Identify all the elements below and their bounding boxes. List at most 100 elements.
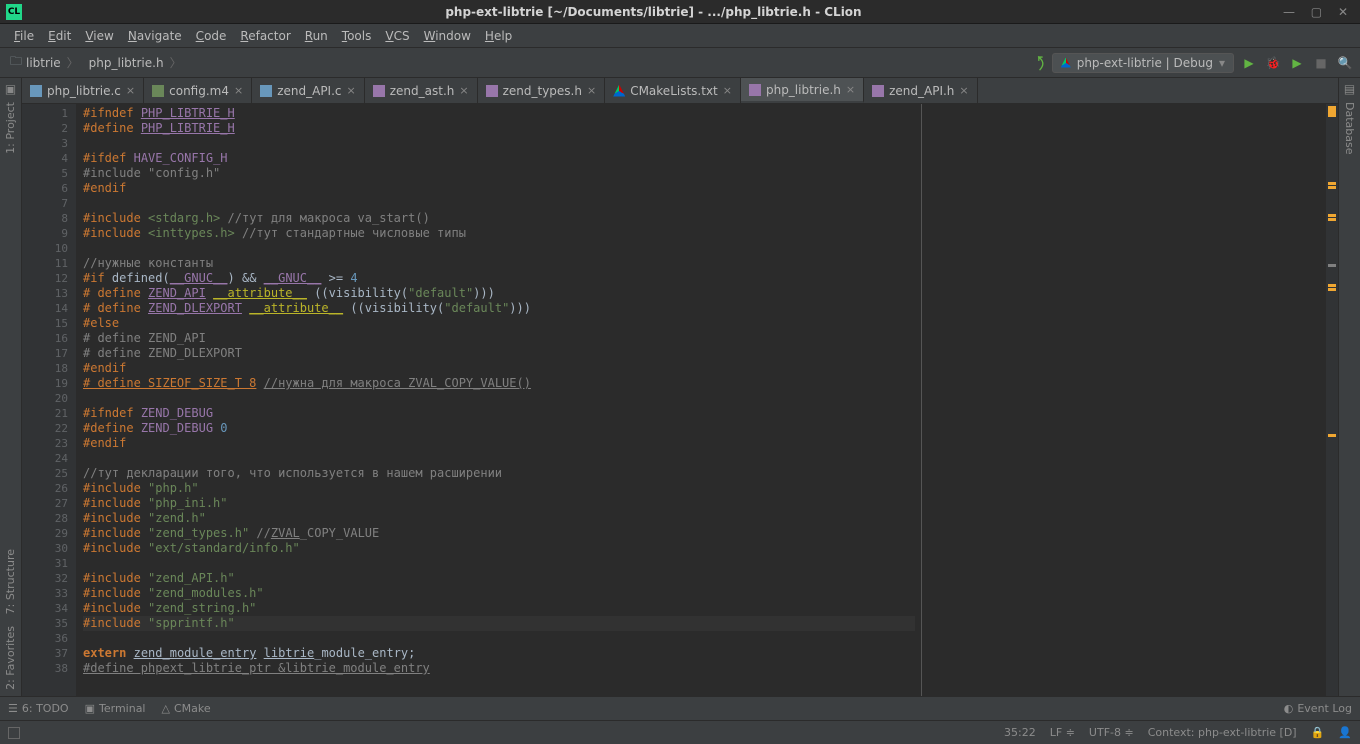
search-button[interactable]: 🔍 (1336, 54, 1354, 72)
chevron-right-icon: 〉 (67, 54, 79, 71)
stop-button[interactable]: ■ (1312, 54, 1330, 72)
tab-label: zend_types.h (503, 84, 582, 98)
line-number: 5 (24, 166, 68, 181)
close-tab-icon[interactable]: × (959, 84, 968, 97)
close-tab-icon[interactable]: × (459, 84, 468, 97)
error-mark[interactable] (1328, 214, 1336, 217)
menu-help[interactable]: Help (479, 27, 518, 45)
terminal-tool[interactable]: ▣ Terminal (85, 702, 146, 715)
error-mark[interactable] (1328, 264, 1336, 267)
menu-file[interactable]: File (8, 27, 40, 45)
database-tool-label[interactable]: Database (1343, 96, 1356, 161)
tab-zend_types-h[interactable]: zend_types.h × (478, 78, 606, 103)
analysis-indicator-icon (1328, 106, 1336, 114)
line-number: 16 (24, 331, 68, 346)
code-line: #include "zend_types.h" //ZVAL_COPY_VALU… (83, 526, 915, 541)
menu-view[interactable]: View (79, 27, 119, 45)
maximize-button[interactable]: ▢ (1305, 5, 1328, 19)
line-sep[interactable]: LF ≑ (1050, 726, 1075, 739)
menu-tools[interactable]: Tools (336, 27, 378, 45)
menu-refactor[interactable]: Refactor (234, 27, 296, 45)
run-config-selector[interactable]: php-ext-libtrie | Debug ▾ (1052, 53, 1234, 73)
close-tab-icon[interactable]: × (587, 84, 596, 97)
event-log[interactable]: ◐ Event Log (1284, 702, 1352, 715)
tab-zend_API-c[interactable]: zend_API.c × (252, 78, 365, 103)
menu-run[interactable]: Run (299, 27, 334, 45)
tab-zend_ast-h[interactable]: zend_ast.h× (365, 78, 478, 103)
tab-zend_API-h[interactable]: zend_API.h× (864, 78, 978, 103)
code-line (83, 631, 915, 646)
menu-code[interactable]: Code (190, 27, 233, 45)
minimize-button[interactable]: — (1277, 5, 1301, 19)
code-line (83, 391, 915, 406)
tab-label: zend_API.c (277, 84, 341, 98)
line-number: 14 (24, 301, 68, 316)
file-icon (152, 85, 164, 97)
error-strip[interactable] (1326, 104, 1338, 696)
file-icon (373, 85, 385, 97)
code-line: extern zend_module_entry libtrie_module_… (83, 646, 915, 661)
tab-config-m4[interactable]: config.m4× (144, 78, 252, 103)
code-line: #ifndef ZEND_DEBUG (83, 406, 915, 421)
error-mark[interactable] (1328, 186, 1336, 189)
todo-tool[interactable]: ☰ 6: TODO (8, 702, 69, 715)
menu-window[interactable]: Window (418, 27, 477, 45)
editor-pane-right[interactable] (922, 104, 1338, 696)
coverage-button[interactable]: ▶ (1288, 54, 1306, 72)
bottom-tool-bar: ☰ 6: TODO ▣ Terminal △ CMake ◐ Event Log (0, 696, 1360, 720)
line-number: 13 (24, 286, 68, 301)
favorites-tool-label[interactable]: 2: Favorites (4, 620, 17, 696)
cmake-tool[interactable]: △ CMake (162, 702, 211, 715)
code-area[interactable]: #ifndef PHP_LIBTRIE_H#define PHP_LIBTRIE… (77, 104, 921, 696)
error-mark[interactable] (1328, 218, 1336, 221)
line-number: 6 (24, 181, 68, 196)
line-number: 10 (24, 241, 68, 256)
close-tab-icon[interactable]: × (347, 84, 356, 97)
code-line: #include "zend_modules.h" (83, 586, 915, 601)
code-line (83, 451, 915, 466)
menubar: FileEditViewNavigateCodeRefactorRunTools… (0, 24, 1360, 48)
error-mark[interactable] (1328, 288, 1336, 291)
close-tab-icon[interactable]: × (723, 84, 732, 97)
breadcrumb-label: libtrie (26, 56, 61, 70)
line-number: 28 (24, 511, 68, 526)
project-tool-icon[interactable]: ▣ (5, 78, 16, 96)
code-area-right[interactable] (922, 104, 1326, 696)
tab-php_libtrie-c[interactable]: php_libtrie.c× (22, 78, 144, 103)
debug-button[interactable]: 🐞 (1264, 54, 1282, 72)
code-line: //тут декларации того, что используется … (83, 466, 915, 481)
editor-split: 1234567891011121314151617181920212223242… (22, 104, 1338, 696)
menu-navigate[interactable]: Navigate (122, 27, 188, 45)
run-button[interactable]: ▶ (1240, 54, 1258, 72)
code-line: # define SIZEOF_SIZE_T 8 //нужна для мак… (83, 376, 915, 391)
breadcrumb-item[interactable]: 🗀libtrie (6, 50, 65, 75)
project-tool-label[interactable]: 1: Project (4, 96, 17, 160)
close-tab-icon[interactable]: × (846, 83, 855, 96)
line-number: 34 (24, 601, 68, 616)
close-tab-icon[interactable]: × (126, 84, 135, 97)
structure-tool-label[interactable]: 7: Structure (4, 543, 17, 620)
error-mark[interactable] (1328, 284, 1336, 287)
close-tab-icon[interactable]: × (234, 84, 243, 97)
editor-pane-left[interactable]: 1234567891011121314151617181920212223242… (22, 104, 922, 696)
line-number: 32 (24, 571, 68, 586)
close-button[interactable]: ✕ (1332, 5, 1354, 19)
tab-CMakeLists-txt[interactable]: CMakeLists.txt× (605, 78, 741, 103)
window-controls: — ▢ ✕ (1277, 5, 1354, 19)
database-tool-icon[interactable]: ▤ (1344, 78, 1355, 96)
context[interactable]: Context: php-ext-libtrie [D] (1148, 726, 1297, 739)
code-line: #else (83, 316, 915, 331)
inspector-icon[interactable]: 👤 (1338, 726, 1352, 739)
lock-icon[interactable]: 🔒 (1311, 726, 1325, 739)
encoding[interactable]: UTF-8 ≑ (1089, 726, 1134, 739)
error-mark[interactable] (1328, 114, 1336, 117)
error-mark[interactable] (1328, 182, 1336, 185)
menu-vcs[interactable]: VCS (379, 27, 415, 45)
status-icon[interactable] (8, 727, 20, 739)
breadcrumb-item[interactable]: php_libtrie.h (81, 54, 168, 72)
menu-edit[interactable]: Edit (42, 27, 77, 45)
error-mark[interactable] (1328, 434, 1336, 437)
code-line: #include "spprintf.h" (83, 616, 915, 631)
tab-php_libtrie-h[interactable]: php_libtrie.h× (741, 78, 864, 103)
line-number: 2 (24, 121, 68, 136)
